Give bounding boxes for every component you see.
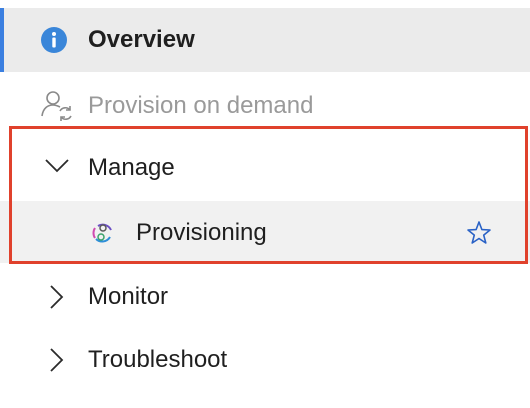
sidebar-item-provision-on-demand[interactable]: Provision on demand xyxy=(0,73,530,137)
info-icon xyxy=(40,26,68,54)
sidebar-item-label: Troubleshoot xyxy=(88,346,228,373)
sidebar-item-label: Provision on demand xyxy=(88,92,314,119)
sidebar-item-label: Monitor xyxy=(88,283,169,310)
sidebar-item-troubleshoot[interactable]: Troubleshoot xyxy=(0,328,530,392)
chevron-right-icon xyxy=(48,347,64,373)
sidebar-item-manage[interactable]: Manage xyxy=(0,136,530,200)
chevron-right-icon xyxy=(48,284,64,310)
sidebar-item-label: Provisioning xyxy=(136,219,267,246)
provisioning-icon xyxy=(90,220,116,246)
sidebar-item-overview[interactable]: Overview xyxy=(0,8,530,72)
star-icon[interactable] xyxy=(466,220,492,246)
sidebar-item-label: Manage xyxy=(88,154,175,181)
user-sync-icon xyxy=(40,89,74,123)
sidebar-item-provisioning[interactable]: Provisioning xyxy=(0,201,530,263)
sidebar-item-monitor[interactable]: Monitor xyxy=(0,265,530,329)
active-indicator xyxy=(0,8,4,72)
sidebar-item-label: Overview xyxy=(88,26,195,53)
chevron-down-icon xyxy=(44,158,70,174)
